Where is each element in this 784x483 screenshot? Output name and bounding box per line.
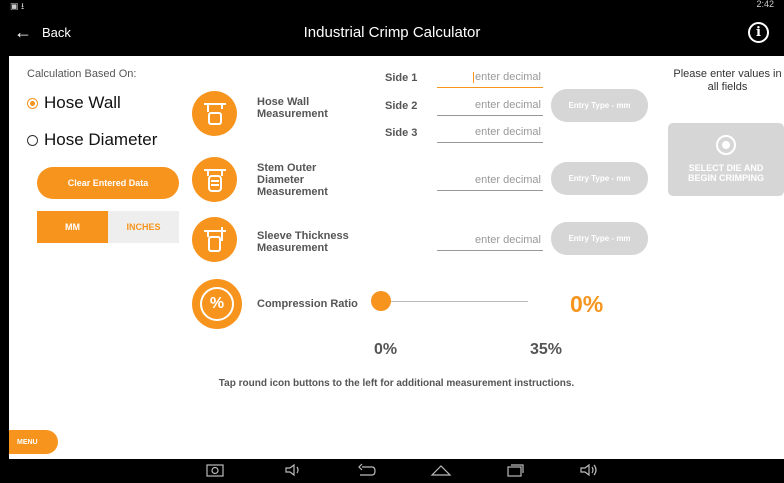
main-content: Calculation Based On: Hose Wall Hose Dia…: [9, 56, 784, 459]
entry-type-button-stem[interactable]: Entry Type - mm: [551, 162, 648, 195]
recents-nav-icon[interactable]: [505, 463, 525, 480]
select-die-line2: BEGIN CRIMPING: [687, 173, 764, 183]
clear-data-button[interactable]: Clear Entered Data: [37, 167, 179, 199]
volume-up-icon[interactable]: [579, 463, 599, 480]
radio-selected-icon: [27, 97, 38, 109]
stem-outer-icon[interactable]: [192, 157, 237, 202]
sleeve-label-line2: Measurement: [257, 242, 328, 254]
select-die-button[interactable]: SELECT DIE AND BEGIN CRIMPING: [668, 123, 784, 196]
please-enter-message: Please enter values in all fields: [673, 68, 782, 93]
unit-mm-button[interactable]: MM: [37, 211, 108, 243]
sleeve-thickness-label: Sleeve Thickness Measurement: [257, 230, 349, 254]
radio-hose-diameter-label: Hose Diameter: [44, 130, 158, 149]
stem-outer-label: Stem Outer Diameter Measurement: [257, 162, 328, 198]
slider-max-label: 35%: [530, 341, 563, 358]
side3-label: Side 3: [385, 127, 418, 139]
sleeve-thickness-icon[interactable]: [192, 217, 237, 262]
back-nav-icon[interactable]: [357, 463, 377, 480]
compression-slider-thumb[interactable]: [371, 291, 391, 311]
compression-ratio-icon[interactable]: %: [192, 279, 242, 329]
stem-outer-label-line3: Measurement: [257, 186, 328, 198]
side2-label: Side 2: [385, 100, 418, 112]
select-die-line1: SELECT DIE AND: [688, 163, 764, 173]
die-target-icon: [716, 135, 736, 155]
hose-wall-label: Hose Wall Measurement: [257, 96, 328, 120]
entry-type-button-sleeve[interactable]: Entry Type - mm: [551, 222, 648, 255]
stem-outer-label-line1: Stem Outer: [257, 162, 317, 174]
side1-placeholder: enter decimal: [474, 71, 541, 83]
home-nav-icon[interactable]: [430, 463, 452, 480]
slider-min-label: 0%: [374, 341, 398, 358]
radio-hose-wall[interactable]: Hose Wall: [27, 93, 121, 113]
hose-wall-label-line2: Measurement: [257, 108, 328, 120]
side1-input[interactable]: enter decimal: [437, 71, 543, 88]
stem-outer-input[interactable]: enter decimal: [437, 174, 543, 191]
compression-slider-track[interactable]: [381, 301, 528, 302]
side1-label: Side 1: [385, 72, 418, 84]
sleeve-label-line1: Sleeve Thickness: [257, 230, 349, 242]
info-icon[interactable]: i: [748, 22, 769, 43]
hose-wall-caliper-icon[interactable]: [192, 91, 237, 136]
app-bar: ← Back Industrial Crimp Calculator i: [0, 10, 784, 56]
radio-hose-diameter[interactable]: Hose Diameter: [27, 130, 157, 150]
stem-outer-label-line2: Diameter: [257, 174, 305, 186]
menu-button[interactable]: MENU: [9, 430, 58, 454]
calculation-label: Calculation Based On:: [27, 68, 137, 80]
compression-value: 0%: [570, 291, 604, 317]
entry-type-button-hose-wall[interactable]: Entry Type - mm: [551, 89, 648, 122]
status-bar: ▣ ⭳ 2:42: [0, 0, 784, 11]
radio-unselected-icon: [27, 134, 38, 146]
system-nav-bar: [0, 459, 784, 483]
status-time: 2:42: [756, 0, 774, 9]
volume-down-icon[interactable]: [284, 463, 302, 480]
percent-icon: %: [200, 287, 234, 321]
compression-ratio-label: Compression Ratio: [257, 298, 358, 310]
side2-input[interactable]: enter decimal: [437, 99, 543, 116]
text-caret: [472, 71, 474, 83]
unit-toggle: MM INCHES: [37, 211, 179, 243]
page-title: Industrial Crimp Calculator: [303, 24, 481, 41]
instruction-hint: Tap round icon buttons to the left for a…: [218, 378, 575, 389]
side3-input[interactable]: enter decimal: [437, 126, 543, 143]
radio-hose-wall-label: Hose Wall: [44, 93, 121, 112]
unit-inches-button[interactable]: INCHES: [108, 211, 179, 243]
sleeve-input[interactable]: enter decimal: [437, 234, 543, 251]
hose-wall-label-line1: Hose Wall: [257, 96, 310, 108]
camera-icon[interactable]: [206, 463, 224, 480]
